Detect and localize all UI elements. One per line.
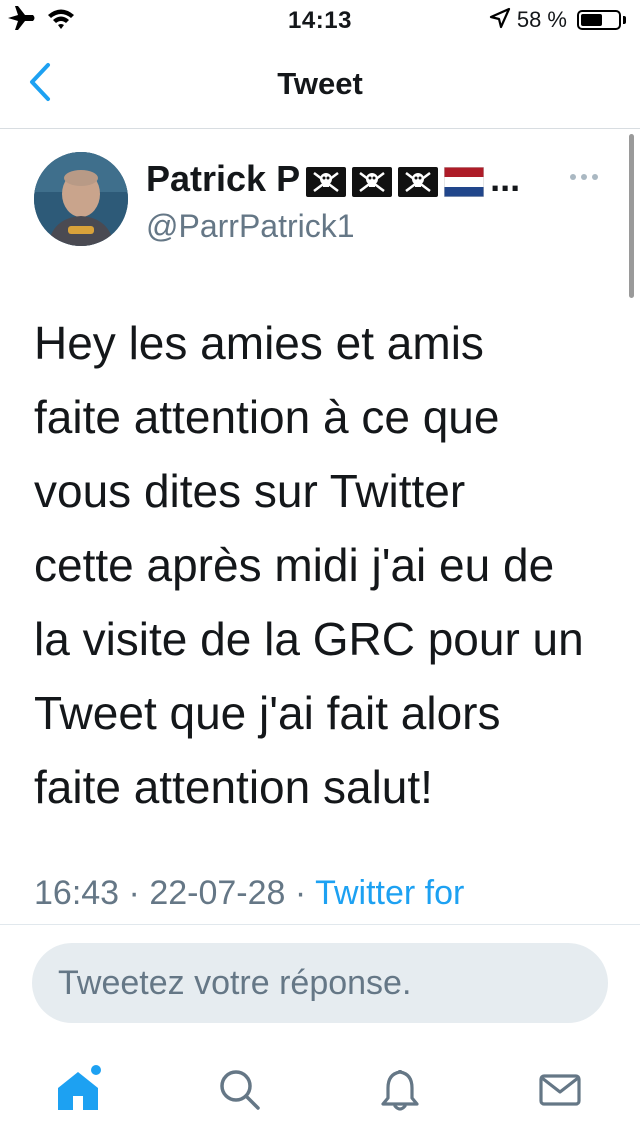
tweet-date: 22-07-28	[149, 874, 286, 912]
scroll-indicator[interactable]	[629, 134, 634, 298]
tweet-header: Patrick P ... @ParrPatrick1	[34, 152, 614, 252]
tab-bar	[0, 1040, 640, 1136]
user-handle[interactable]: @ParrPatrick1	[146, 208, 355, 245]
nav-bar: Tweet	[0, 40, 640, 129]
more-horizontal-icon	[569, 168, 599, 186]
meta-separator: ·	[294, 874, 307, 912]
pirate-flag-icon	[398, 164, 439, 197]
tweet-source-link[interactable]: Twitter for	[315, 874, 464, 912]
pirate-flag-icon	[352, 164, 393, 197]
netherlands-flag-icon	[443, 164, 485, 198]
display-name-text: Patrick P	[146, 158, 301, 199]
location-arrow-icon	[489, 7, 511, 34]
battery-fill	[581, 14, 602, 26]
status-bar: 14:13 58 %	[0, 0, 640, 40]
home-icon	[52, 1064, 104, 1121]
status-right: 58 %	[489, 6, 626, 34]
tweet-text: Hey les amies et amis faite attention à …	[34, 317, 584, 813]
tab-home[interactable]	[48, 1062, 108, 1122]
tab-messages[interactable]	[530, 1062, 590, 1122]
meta-separator: ·	[128, 874, 140, 912]
page-title: Tweet	[277, 66, 363, 101]
battery-percentage: 58 %	[516, 7, 567, 32]
tab-notifications[interactable]	[370, 1062, 430, 1122]
reply-area: Tweetez votre réponse.	[0, 924, 640, 1041]
messages-icon	[536, 1066, 584, 1119]
tab-search[interactable]	[210, 1062, 270, 1122]
tweet-meta: 16:43 · 22-07-28 · Twitter for	[34, 874, 464, 913]
avatar[interactable]	[34, 152, 128, 246]
battery-icon	[577, 10, 621, 30]
display-name[interactable]: Patrick P ...	[146, 158, 520, 200]
battery-cap	[623, 16, 626, 24]
reply-input[interactable]: Tweetez votre réponse.	[32, 943, 608, 1023]
tweet-time: 16:43	[34, 874, 120, 912]
more-options-button[interactable]	[564, 162, 604, 192]
display-name-ellipsis: ...	[490, 158, 521, 199]
search-icon	[216, 1066, 264, 1119]
notifications-icon	[376, 1066, 424, 1119]
pirate-flag-icon	[306, 164, 347, 197]
